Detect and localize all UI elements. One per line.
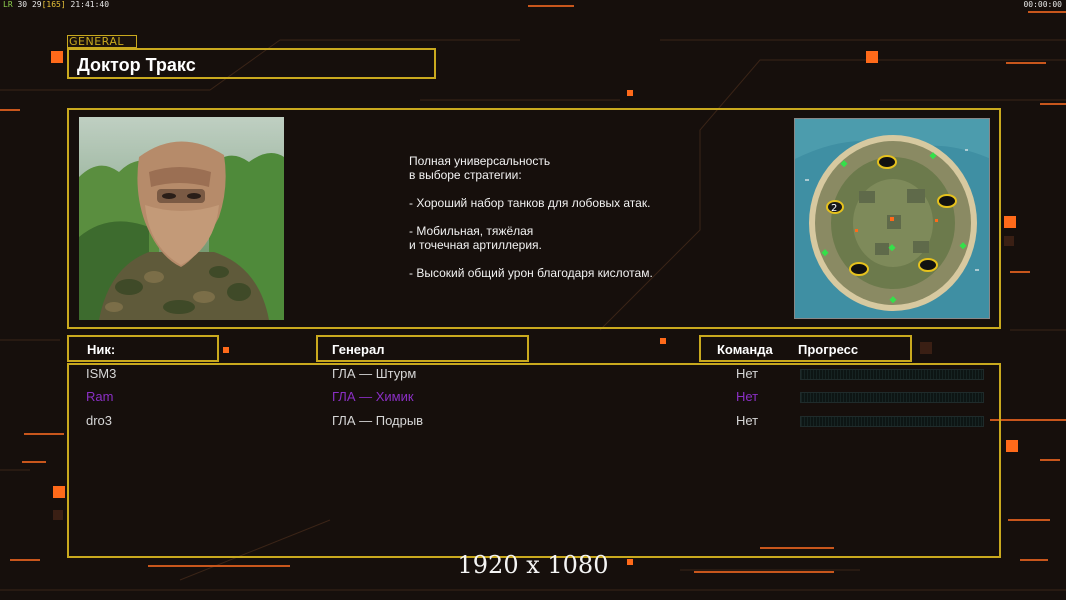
- description-line: в выборе стратегии:: [409, 168, 522, 182]
- player-nick: Ram: [86, 389, 114, 404]
- header-general-label: Генерал: [332, 342, 385, 357]
- player-team: Нет: [736, 413, 759, 428]
- general-name: Доктор Тракс: [77, 55, 196, 75]
- header-general: Генерал: [316, 335, 529, 362]
- map-preview[interactable]: 2: [794, 118, 990, 319]
- header-progress-label: Прогресс: [798, 342, 859, 357]
- loading-progress-bar: [800, 392, 984, 403]
- general-title-box: Доктор Тракс: [67, 48, 436, 79]
- table-row[interactable]: Ram ГЛА — Химик Нет: [0, 389, 1066, 409]
- general-portrait: [79, 117, 284, 320]
- player-general: ГЛА — Подрыв: [332, 413, 424, 428]
- frame-value: 29: [31, 0, 42, 9]
- player-nick: dro3: [86, 413, 113, 428]
- description-line: и точечная артиллерия.: [409, 238, 542, 252]
- description-line: - Мобильная, тяжёлая: [409, 224, 534, 238]
- player-general: ГЛА — Штурм: [332, 366, 417, 381]
- general-description: Полная универсальность в выборе стратеги…: [409, 154, 739, 280]
- general-badge: GENERAL: [67, 35, 137, 48]
- fps-value: 30: [17, 0, 28, 9]
- header-team-progress: Команда Прогресс: [699, 335, 912, 362]
- header-nick: Ник:: [67, 335, 219, 362]
- fps-status: LR 30 29[165] 21:41:40: [3, 0, 109, 9]
- description-line: - Хороший набор танков для лобовых атак.: [409, 196, 651, 210]
- player-team: Нет: [736, 366, 759, 381]
- portrait-image: [79, 117, 284, 320]
- map-start-marker-label: 2: [831, 203, 837, 214]
- game-timer: 00:00:00: [1023, 0, 1062, 9]
- table-row[interactable]: ISM3 ГЛА — Штурм Нет: [0, 366, 1066, 386]
- player-team: Нет: [736, 389, 759, 404]
- player-nick: ISM3: [86, 366, 117, 381]
- fps-label: LR: [3, 0, 13, 9]
- table-row[interactable]: dro3 ГЛА — Подрыв Нет: [0, 413, 1066, 433]
- description-line: - Высокий общий урон благодаря кислотам.: [409, 266, 653, 280]
- header-team-label: Команда: [717, 342, 773, 357]
- header-nick-label: Ник:: [87, 342, 116, 357]
- loading-progress-bar: [800, 369, 984, 380]
- frame-total: [165]: [41, 0, 66, 9]
- clock: 21:41:40: [70, 0, 110, 9]
- resolution-label: 1920 x 1080: [457, 551, 609, 579]
- loading-progress-bar: [800, 416, 984, 427]
- description-line: Полная универсальность: [409, 154, 551, 168]
- player-general: ГЛА — Химик: [332, 389, 414, 404]
- island-map-icon: 2: [795, 119, 989, 318]
